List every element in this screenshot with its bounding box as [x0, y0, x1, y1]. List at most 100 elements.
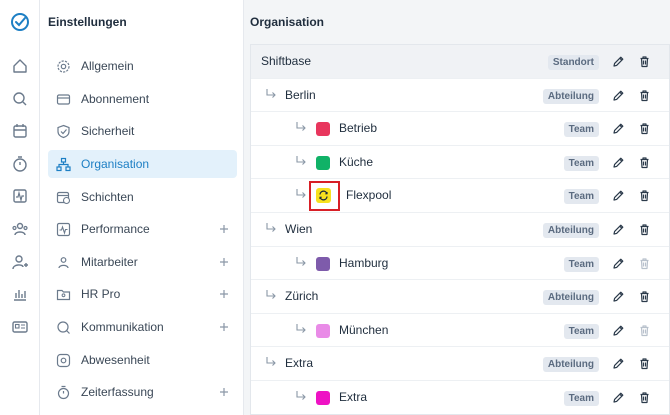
sidebar-item-kommunikation[interactable]: Kommunikation	[48, 313, 237, 341]
trash-icon[interactable]	[638, 89, 651, 102]
edit-pencil-icon[interactable]	[612, 189, 625, 202]
edit-pencil-icon[interactable]	[612, 156, 625, 169]
team-color-swatch	[316, 323, 330, 338]
trash-icon[interactable]	[638, 357, 651, 370]
edit-pencil-icon[interactable]	[612, 122, 625, 135]
expand-plus-icon[interactable]	[219, 387, 229, 397]
trash-icon[interactable]	[638, 55, 651, 68]
type-badge: Team	[563, 189, 599, 205]
edit-pencil-icon[interactable]	[612, 290, 625, 303]
expand-plus-icon[interactable]	[219, 257, 229, 267]
edit-pencil-icon[interactable]	[612, 55, 625, 68]
bar-chart-icon[interactable]	[11, 285, 29, 303]
edit-pencil-icon[interactable]	[612, 324, 625, 337]
tree-row-name: Flexpool	[346, 188, 392, 203]
tree-row-abteilung[interactable]: Berlin Abteilung	[251, 79, 669, 113]
sidebar-item-label: Mitarbeiter	[81, 255, 138, 269]
sidebar-item-label: Allgemein	[81, 59, 134, 73]
team-color-swatch	[316, 256, 330, 271]
shiftbase-logo-icon[interactable]	[10, 12, 30, 32]
sidebar-item-zeiterfassung[interactable]: Zeiterfassung	[48, 378, 237, 406]
tree-row-abteilung[interactable]: Zürich Abteilung	[251, 280, 669, 314]
type-badge: Abteilung	[542, 223, 599, 238]
subdirectory-arrow-icon	[266, 223, 276, 232]
chat-search-icon	[57, 320, 70, 334]
tree-row-name: Extra	[339, 390, 368, 404]
tree-row-standort[interactable]: Shiftbase Standort	[251, 45, 669, 79]
edit-pencil-icon[interactable]	[612, 223, 625, 236]
type-badge: Abteilung	[542, 357, 599, 373]
trash-icon[interactable]	[638, 122, 651, 135]
expand-plus-icon[interactable]	[219, 224, 229, 234]
search-schedule-icon[interactable]	[11, 90, 29, 108]
sidebar-item-allgemein[interactable]: Allgemein	[48, 52, 237, 80]
type-badge: Abteilung	[542, 88, 599, 104]
sidebar-item-abonnement[interactable]: Abonnement	[48, 85, 237, 113]
activity-chart-icon[interactable]	[11, 187, 29, 205]
team-color-swatch	[316, 122, 330, 137]
trash-icon[interactable]	[638, 156, 651, 169]
sidebar-item-label: HR Pro	[81, 287, 121, 301]
team-color-swatch	[316, 155, 330, 170]
sidebar-item-label: Abwesenheit	[81, 353, 150, 367]
id-card-icon[interactable]	[11, 318, 29, 336]
edit-pencil-icon[interactable]	[612, 357, 625, 370]
gear-icon	[57, 59, 70, 73]
tree-row-name: Hamburg	[339, 255, 389, 270]
type-badge: Standort	[547, 55, 599, 70]
flexpool-sync-icon	[316, 188, 331, 204]
sidebar-item-organisation[interactable]: Organisation	[48, 150, 237, 178]
sidebar-item-label: Zeiterfassung	[81, 385, 154, 399]
tree-row-abteilung[interactable]: Extra Abteilung	[251, 347, 669, 381]
tree-row-name: Küche	[339, 154, 374, 169]
sidebar-item-schichten[interactable]: Schichten	[48, 183, 237, 211]
home-icon[interactable]	[11, 57, 29, 75]
tree-row-name: Shiftbase	[261, 54, 312, 68]
credit-card-icon	[56, 93, 71, 105]
team-icon[interactable]	[11, 220, 29, 238]
main-content: Organisation Shiftbase Standort Berlin A…	[244, 0, 670, 415]
expand-plus-icon[interactable]	[219, 289, 229, 299]
sidebar-item-mitarbeiter[interactable]: Mitarbeiter	[48, 248, 237, 276]
trash-icon[interactable]	[638, 223, 651, 236]
subdirectory-arrow-icon	[296, 155, 306, 165]
subdirectory-arrow-icon	[296, 256, 306, 266]
calendar-icon[interactable]	[11, 122, 29, 140]
tree-row-name: Betrieb	[339, 121, 378, 136]
expand-plus-icon[interactable]	[219, 322, 229, 332]
trash-icon[interactable]	[638, 391, 651, 404]
subdirectory-arrow-icon	[296, 323, 306, 333]
sidebar-item-abwesenheit[interactable]: Abwesenheit	[48, 346, 237, 374]
sidebar-item-label: Schichten	[81, 190, 134, 204]
trash-icon[interactable]	[638, 189, 651, 202]
edit-pencil-icon[interactable]	[612, 257, 625, 270]
page-title: Organisation	[250, 15, 325, 29]
subdirectory-arrow-icon	[296, 122, 306, 132]
type-badge: Team	[563, 122, 599, 138]
stopwatch-icon[interactable]	[11, 155, 29, 173]
organisation-tree: Shiftbase Standort Berlin Abteilung Betr…	[250, 44, 670, 415]
add-user-icon[interactable]	[11, 253, 29, 271]
edit-pencil-icon[interactable]	[612, 391, 625, 404]
sidebar-item-label: Kommunikation	[81, 320, 164, 334]
sidebar-item-hr-pro[interactable]: HR Pro	[48, 280, 237, 308]
tree-row-team[interactable]: Betrieb Team	[251, 112, 669, 146]
calendar-clock-icon	[56, 191, 71, 204]
tree-row-team-flexpool[interactable]: Flexpool Team	[251, 179, 669, 213]
sidebar-item-label: Performance	[81, 222, 150, 236]
tree-row-team[interactable]: Hamburg Team	[251, 247, 669, 281]
tree-row-abteilung[interactable]: Wien Abteilung	[251, 213, 669, 247]
trash-icon[interactable]	[638, 290, 651, 303]
tree-row-team[interactable]: München Team	[251, 314, 669, 348]
hierarchy-icon	[56, 157, 71, 171]
tree-row-team[interactable]: Küche Team	[251, 146, 669, 180]
tree-row-team[interactable]: Extra Team	[251, 381, 669, 414]
pulse-chart-icon	[56, 222, 71, 236]
edit-pencil-icon[interactable]	[612, 89, 625, 102]
sidebar-item-sicherheit[interactable]: Sicherheit	[48, 117, 237, 145]
folder-user-icon	[56, 289, 71, 300]
absence-icon	[56, 353, 71, 367]
type-badge: Team	[563, 391, 599, 406]
sidebar-item-performance[interactable]: Performance	[48, 215, 237, 243]
tree-row-name: München	[339, 322, 389, 337]
